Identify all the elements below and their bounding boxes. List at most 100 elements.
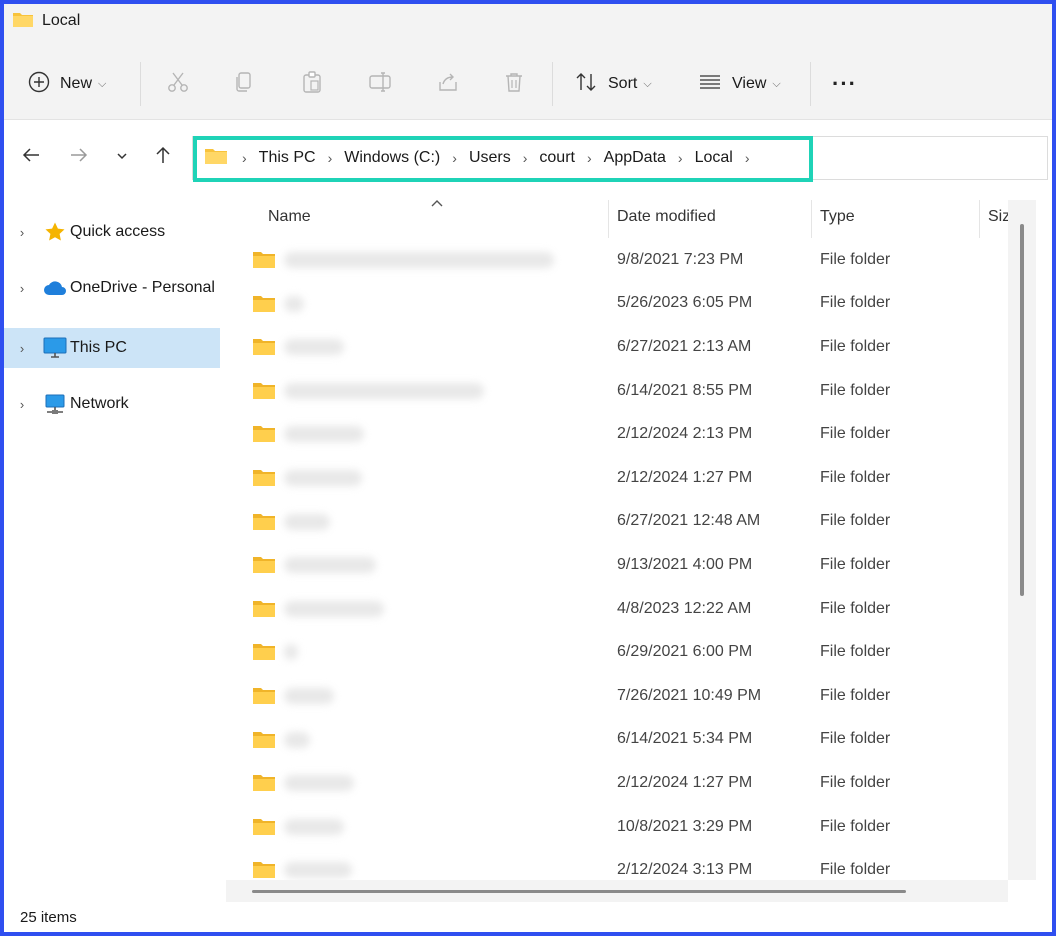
command-bar: New ⌵ Sort ⌵ View ⌵ ··· — [4, 38, 1052, 120]
up-button[interactable] — [148, 142, 178, 172]
table-row[interactable]: 6/27/2021 12:48 AM File folder — [226, 500, 1008, 544]
sidebar-item-label: Quick access — [70, 223, 166, 240]
type-cell: File folder — [820, 861, 891, 879]
table-row[interactable]: 5/26/2023 6:05 PM File folder — [226, 282, 1008, 326]
plus-circle-icon — [28, 71, 50, 98]
table-row[interactable]: 6/14/2021 5:34 PM File folder — [226, 718, 1008, 762]
chevron-right-icon[interactable]: › — [4, 225, 40, 240]
breadcrumb-local[interactable]: Local — [691, 149, 737, 167]
table-row[interactable]: 2/12/2024 1:27 PM File folder — [226, 456, 1008, 500]
chevron-right-icon[interactable]: › — [737, 150, 758, 166]
chevron-right-icon[interactable]: › — [4, 341, 40, 356]
table-row[interactable]: 4/8/2023 12:22 AM File folder — [226, 587, 1008, 631]
type-cell: File folder — [820, 381, 891, 399]
column-header-row: Name Date modified Type Siz — [226, 196, 1008, 238]
horizontal-scrollbar[interactable] — [226, 880, 1008, 902]
date-modified-cell: 2/12/2024 1:27 PM — [617, 773, 753, 791]
column-divider[interactable] — [811, 200, 812, 238]
sort-indicator-icon — [430, 196, 444, 214]
chevron-down-icon — [116, 148, 128, 166]
date-modified-cell: 6/14/2021 8:55 PM — [617, 381, 753, 399]
sidebar-item-network[interactable]: › Network — [4, 384, 220, 424]
chevron-right-icon[interactable]: › — [670, 150, 691, 166]
sidebar-item-label: OneDrive - Personal — [70, 279, 215, 296]
chevron-right-icon[interactable]: › — [320, 150, 341, 166]
arrow-right-icon — [69, 146, 89, 169]
rename-button[interactable] — [364, 68, 396, 100]
forward-button[interactable] — [64, 142, 94, 172]
back-button[interactable] — [16, 142, 46, 172]
scissors-icon — [166, 70, 190, 99]
sort-button[interactable]: Sort ⌵ — [574, 68, 652, 100]
vertical-scrollbar[interactable] — [1008, 200, 1036, 880]
share-button[interactable] — [432, 68, 464, 100]
column-divider[interactable] — [608, 200, 609, 238]
folder-icon — [252, 250, 276, 274]
sidebar-item-quick-access[interactable]: › Quick access — [4, 212, 220, 252]
network-icon — [40, 393, 70, 415]
recent-locations-button[interactable] — [107, 142, 137, 172]
scroll-thumb[interactable] — [252, 890, 906, 893]
folder-icon — [252, 686, 276, 710]
date-modified-cell: 6/27/2021 12:48 AM — [617, 512, 761, 530]
delete-button[interactable] — [498, 68, 530, 100]
breadcrumb-appdata[interactable]: AppData — [600, 149, 670, 167]
redacted-file-name — [284, 513, 330, 530]
view-button-label: View — [732, 75, 767, 92]
table-row[interactable]: 6/14/2021 8:55 PM File folder — [226, 369, 1008, 413]
new-button-label: New — [60, 75, 93, 92]
date-modified-cell: 2/12/2024 3:13 PM — [617, 861, 753, 879]
see-more-button[interactable]: ··· — [832, 68, 857, 100]
sort-icon — [574, 71, 598, 98]
new-button[interactable]: New ⌵ — [28, 68, 106, 100]
date-modified-cell: 5/26/2023 6:05 PM — [617, 294, 753, 312]
column-header-name[interactable]: Name — [268, 208, 311, 226]
breadcrumb-users[interactable]: Users — [465, 149, 515, 167]
column-header-size[interactable]: Siz — [988, 208, 1008, 226]
type-cell: File folder — [820, 250, 891, 268]
chevron-right-icon[interactable]: › — [4, 281, 40, 296]
table-row[interactable]: 2/12/2024 2:13 PM File folder — [226, 412, 1008, 456]
table-row[interactable]: 6/27/2021 2:13 AM File folder — [226, 325, 1008, 369]
cut-button[interactable] — [162, 68, 194, 100]
copy-button[interactable] — [228, 68, 260, 100]
scroll-thumb[interactable] — [1020, 224, 1024, 596]
sidebar-item-this-pc[interactable]: › This PC — [4, 328, 220, 368]
folder-icon — [252, 555, 276, 579]
table-row[interactable]: 7/26/2021 10:49 PM File folder — [226, 674, 1008, 718]
column-divider[interactable] — [979, 200, 980, 238]
chevron-right-icon[interactable]: › — [4, 397, 40, 412]
chevron-down-icon: ⌵ — [643, 77, 652, 90]
navigation-bar: › This PC › Windows (C:) › Users › court… — [4, 120, 1052, 196]
table-row[interactable]: 9/8/2021 7:23 PM File folder — [226, 238, 1008, 282]
breadcrumb-this-pc[interactable]: This PC — [255, 149, 320, 167]
breadcrumb-court[interactable]: court — [535, 149, 579, 167]
column-header-date-modified[interactable]: Date modified — [617, 208, 716, 226]
folder-icon — [12, 10, 34, 33]
status-bar: 25 items — [4, 904, 1052, 932]
type-cell: File folder — [820, 599, 891, 617]
breadcrumb-windows-c[interactable]: Windows (C:) — [340, 149, 444, 167]
table-row[interactable]: 2/12/2024 1:27 PM File folder — [226, 761, 1008, 805]
table-row[interactable]: 6/29/2021 6:00 PM File folder — [226, 630, 1008, 674]
file-explorer-window: Local New ⌵ Sort ⌵ View ⌵ ··· › This PC … — [4, 4, 1052, 932]
folder-icon — [252, 512, 276, 536]
type-cell: File folder — [820, 686, 891, 704]
redacted-file-name — [284, 252, 554, 268]
redacted-file-name — [284, 731, 310, 748]
view-button[interactable]: View ⌵ — [698, 68, 781, 100]
column-header-type[interactable]: Type — [820, 208, 855, 226]
table-row[interactable]: 9/13/2021 4:00 PM File folder — [226, 543, 1008, 587]
chevron-down-icon: ⌵ — [98, 77, 107, 90]
chevron-right-icon[interactable]: › — [579, 150, 600, 166]
date-modified-cell: 7/26/2021 10:49 PM — [617, 686, 762, 704]
chevron-right-icon[interactable]: › — [515, 150, 536, 166]
type-cell: File folder — [820, 512, 891, 530]
sidebar-item-onedrive[interactable]: › OneDrive - Personal — [4, 268, 220, 308]
table-row[interactable]: 10/8/2021 3:29 PM File folder — [226, 805, 1008, 849]
divider — [810, 62, 811, 106]
type-cell: File folder — [820, 817, 891, 835]
paste-button[interactable] — [296, 68, 328, 100]
divider — [140, 62, 141, 106]
chevron-right-icon[interactable]: › — [444, 150, 465, 166]
